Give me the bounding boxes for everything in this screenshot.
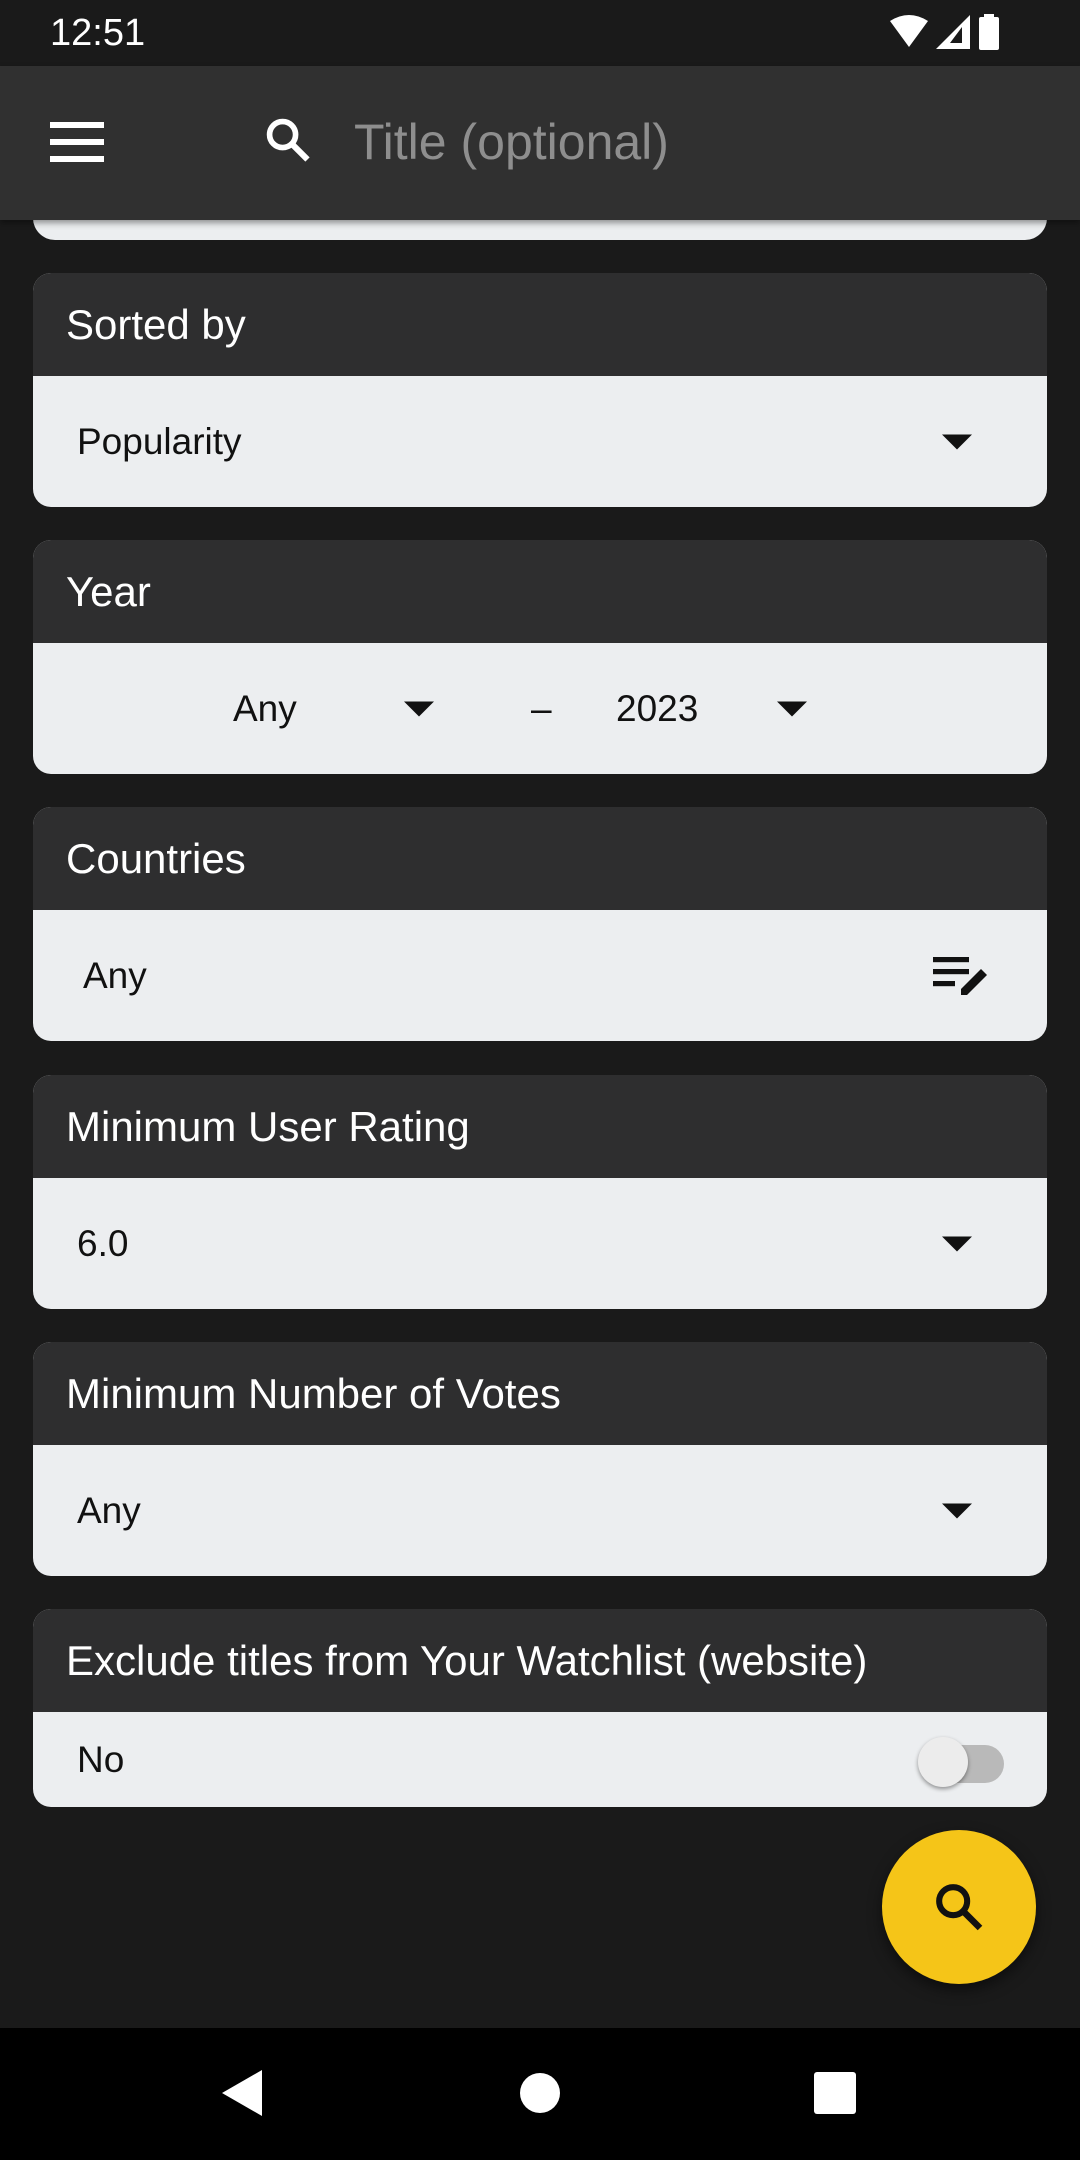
countries-value: Any <box>83 954 147 996</box>
min-rating-card: Minimum User Rating 6.0 <box>33 1075 1047 1309</box>
search-icon <box>936 1884 983 1931</box>
year-to-dropdown[interactable]: 2023 <box>616 643 856 774</box>
year-label: Year <box>33 540 1047 643</box>
navigation-bar <box>0 2028 1080 2160</box>
title-search-input[interactable] <box>354 110 954 174</box>
signal-icon <box>936 15 970 49</box>
sorted-by-label: Sorted by <box>33 273 1047 376</box>
year-to-value: 2023 <box>616 687 699 729</box>
countries-card: Countries Any <box>33 807 1047 1041</box>
min-rating-dropdown[interactable]: 6.0 <box>33 1178 1047 1309</box>
wifi-icon <box>890 15 928 47</box>
dropdown-arrow-icon <box>404 701 434 716</box>
back-icon[interactable] <box>222 2070 264 2116</box>
dropdown-arrow-icon <box>777 701 807 716</box>
battery-icon <box>979 14 999 50</box>
min-votes-dropdown[interactable]: Any <box>33 1445 1047 1576</box>
exclude-watchlist-toggle[interactable] <box>918 1733 1006 1787</box>
recents-icon[interactable] <box>814 2072 856 2114</box>
year-from-value: Any <box>233 687 297 729</box>
search-icon <box>266 118 310 162</box>
edit-list-icon[interactable] <box>933 955 991 997</box>
min-rating-label: Minimum User Rating <box>33 1075 1047 1178</box>
status-time: 12:51 <box>50 12 146 54</box>
min-votes-card: Minimum Number of Votes Any <box>33 1342 1047 1576</box>
sorted-by-card: Sorted by Popularity <box>33 273 1047 507</box>
dropdown-arrow-icon <box>942 1236 972 1251</box>
countries-selector[interactable]: Any <box>33 910 1047 1041</box>
sorted-by-value: Popularity <box>77 420 242 462</box>
min-votes-label: Minimum Number of Votes <box>33 1342 1047 1445</box>
search-fab-button[interactable] <box>882 1830 1036 1984</box>
year-from-dropdown[interactable]: Any <box>233 643 473 774</box>
dropdown-arrow-icon <box>942 1503 972 1518</box>
exclude-watchlist-label: Exclude titles from Your Watchlist (webs… <box>33 1609 1047 1712</box>
year-separator: – <box>531 687 552 729</box>
exclude-watchlist-card: Exclude titles from Your Watchlist (webs… <box>33 1609 1047 1807</box>
toggle-thumb <box>918 1736 968 1787</box>
year-card: Year Any – 2023 <box>33 540 1047 774</box>
status-bar: 12:51 <box>0 0 1080 66</box>
app-bar <box>0 66 1080 220</box>
min-rating-value: 6.0 <box>77 1222 129 1264</box>
countries-label: Countries <box>33 807 1047 910</box>
home-icon[interactable] <box>519 2072 561 2114</box>
min-votes-value: Any <box>77 1489 141 1531</box>
dropdown-arrow-icon <box>942 434 972 449</box>
menu-icon[interactable] <box>50 122 104 162</box>
sorted-by-dropdown[interactable]: Popularity <box>33 376 1047 507</box>
exclude-watchlist-value: No <box>77 1738 125 1780</box>
